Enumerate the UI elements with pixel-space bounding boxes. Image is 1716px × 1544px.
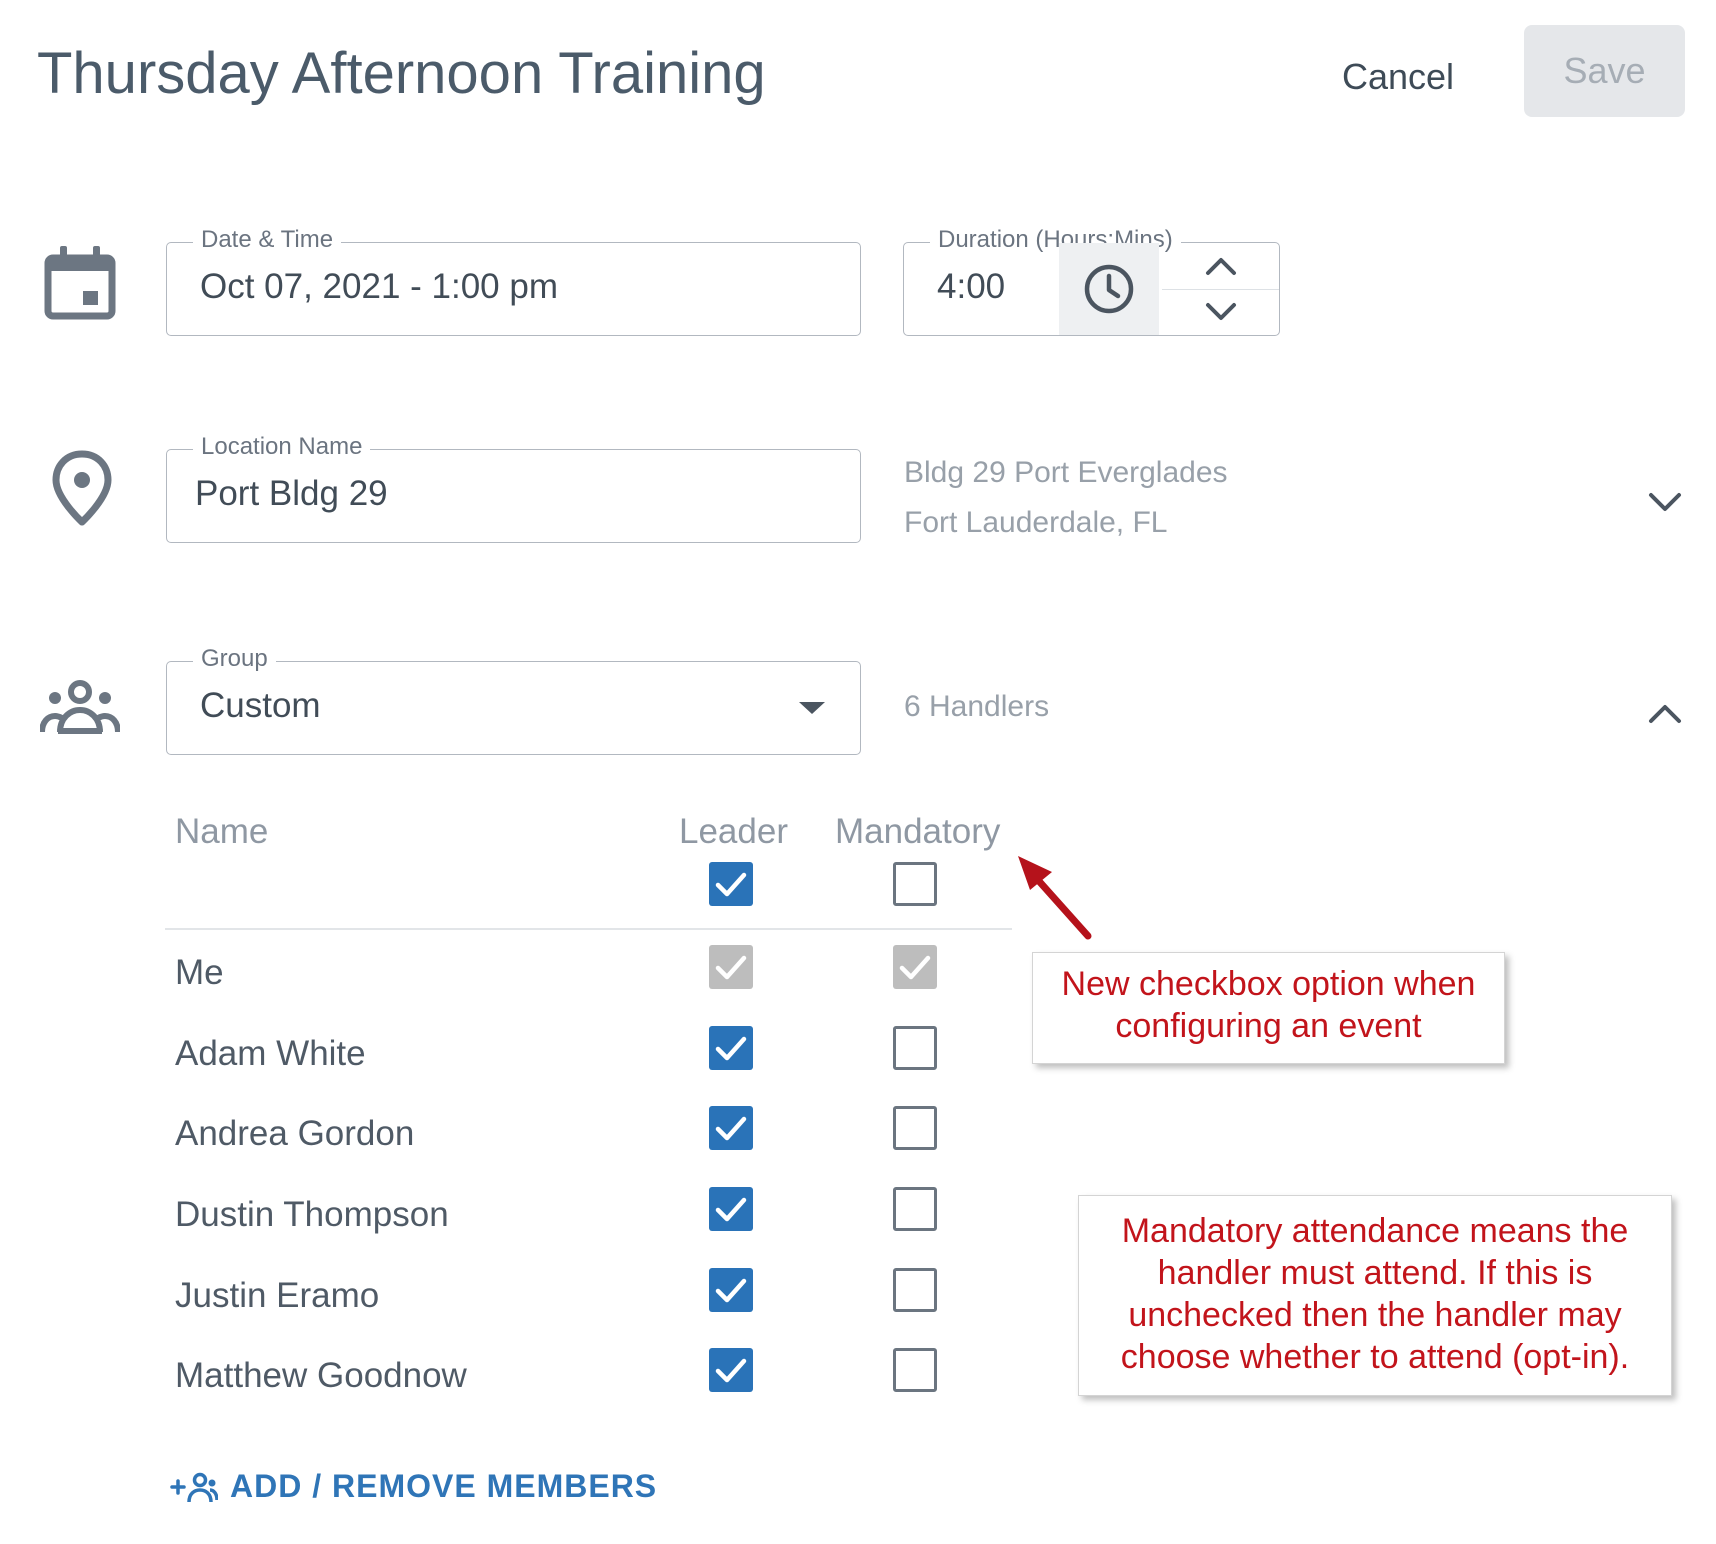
callout-line: configuring an event [1115,1007,1422,1045]
callout-line: New checkbox option when [1061,965,1476,1003]
mandatory-checkbox[interactable] [893,1187,937,1231]
leader-select-all-checkbox[interactable] [709,862,753,906]
save-button[interactable]: Save [1524,25,1685,117]
leader-checkbox[interactable] [709,1026,753,1070]
caret-down-icon [799,702,825,714]
chevron-down-icon [1649,493,1681,511]
location-name-field[interactable]: Location Name Port Bldg 29 [166,433,861,543]
member-name: Adam White [175,1034,366,1073]
location-address-line1: Bldg 29 Port Everglades [904,456,1228,489]
add-remove-members-label: ADD / REMOVE MEMBERS [230,1468,658,1504]
group-label: Group [193,645,276,673]
callout-line: choose whether to attend (opt-in). [1120,1338,1630,1376]
chevron-up-icon [1649,705,1681,723]
leader-checkbox[interactable] [709,1348,753,1392]
mandatory-checkbox[interactable] [893,1106,937,1150]
column-header-leader: Leader [679,812,788,851]
leader-checkbox[interactable] [709,1268,753,1312]
leader-checkbox[interactable] [709,1187,753,1231]
mandatory-checkbox[interactable] [893,1348,937,1392]
duration-decrement-button[interactable] [1162,289,1279,335]
date-time-value: Oct 07, 2021 - 1:00 pm [200,267,558,306]
leader-checkbox[interactable] [709,1106,753,1150]
date-time-field[interactable]: Date & Time Oct 07, 2021 - 1:00 pm [166,226,861,336]
duration-value: 4:00 [937,267,1006,306]
member-name: Justin Eramo [175,1276,380,1315]
group-collapse-button[interactable] [1643,692,1687,736]
callout-line: handler must attend. If this is [1157,1254,1593,1292]
mandatory-checkbox [893,945,937,989]
cancel-button[interactable]: Cancel [1318,42,1478,112]
page-title: Thursday Afternoon Training [37,41,766,106]
location-expand-button[interactable] [1643,480,1687,524]
duration-increment-button[interactable] [1162,243,1279,290]
member-name: Me [175,953,224,992]
member-name: Matthew Goodnow [175,1356,467,1395]
leader-checkbox [709,945,753,989]
add-group-icon [170,1472,218,1502]
handler-count: 6 Handlers [904,690,1050,723]
column-header-name: Name [175,812,269,851]
callout-line: unchecked then the handler may [1128,1296,1622,1334]
chevron-up-icon [1205,258,1236,275]
red-arrow-icon [1018,856,1092,940]
annotation-callout-mandatory: Mandatory attendance means the handler m… [1078,1195,1672,1396]
member-name: Andrea Gordon [175,1114,415,1153]
member-name: Dustin Thompson [175,1195,449,1234]
table-divider [165,928,1012,930]
location-address-line2: Fort Lauderdale, FL [904,506,1168,539]
location-pin-icon [42,448,122,528]
group-value: Custom [200,686,321,725]
location-name-label: Location Name [193,433,371,461]
mandatory-select-all-checkbox[interactable] [893,862,937,906]
group-icon [40,666,120,746]
mandatory-checkbox[interactable] [893,1026,937,1070]
mandatory-checkbox[interactable] [893,1268,937,1312]
column-header-mandatory: Mandatory [835,812,1001,851]
location-name-value: Port Bldg 29 [195,474,388,513]
calendar-icon [40,244,120,324]
clock-icon [1084,264,1134,314]
date-time-label: Date & Time [193,226,342,254]
add-remove-members-button[interactable]: ADD / REMOVE MEMBERS [170,1468,657,1505]
chevron-down-icon [1205,303,1236,320]
annotation-callout-new-checkbox: New checkbox option when configuring an … [1032,952,1505,1064]
clock-button[interactable] [1059,243,1159,335]
group-select[interactable]: Group Custom [166,645,861,755]
duration-field[interactable]: Duration (Hours:Mins) 4:00 [903,226,1280,336]
callout-line: Mandatory attendance means the [1121,1212,1629,1250]
